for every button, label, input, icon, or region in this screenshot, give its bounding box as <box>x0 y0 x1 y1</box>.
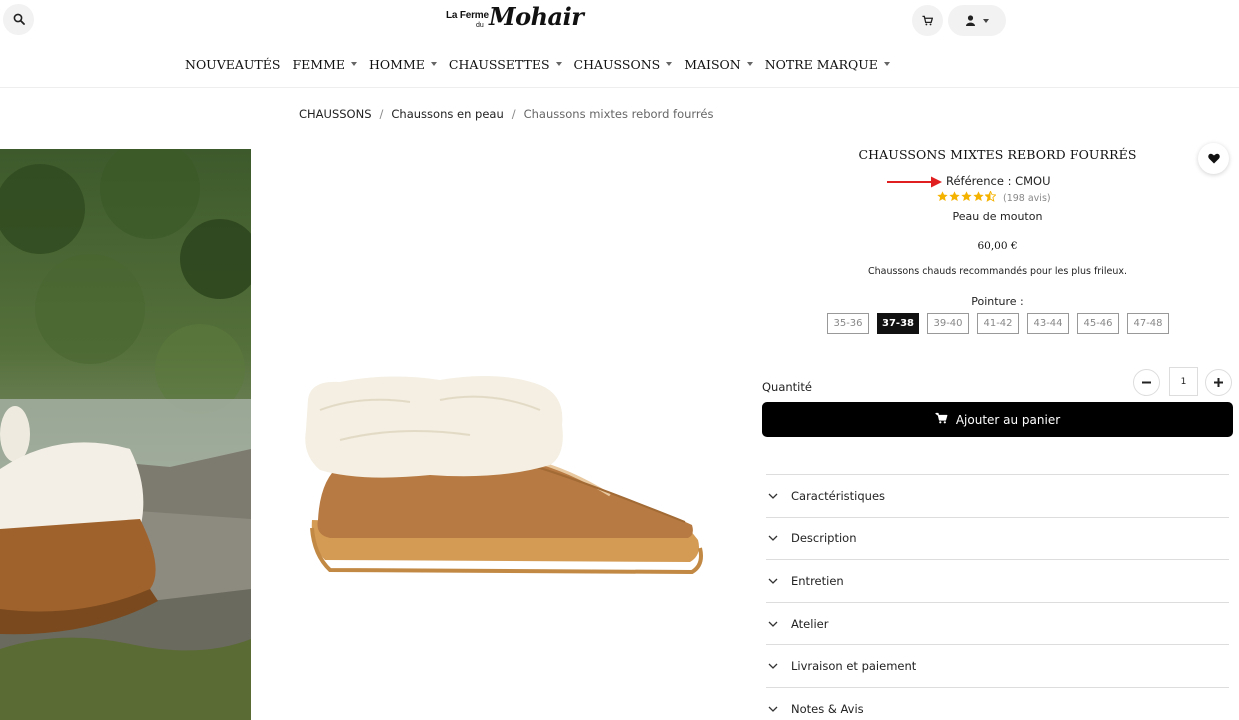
nav-item-homme[interactable]: HOMME <box>369 56 437 72</box>
chevron-down-icon <box>766 706 791 712</box>
quantity-input[interactable] <box>1169 367 1198 396</box>
product-rating[interactable]: (198 avis) <box>937 190 1051 205</box>
size-selector: 35-36 37-38 39-40 41-42 43-44 45-46 47-4… <box>827 313 1169 334</box>
minus-icon <box>1142 375 1151 391</box>
star-icon <box>961 191 973 205</box>
product-reference: Référence : CMOU <box>946 174 1051 188</box>
accordion-item-notes-avis[interactable]: Notes & Avis <box>766 686 1229 720</box>
chevron-down-icon <box>430 62 437 66</box>
nav-item-chaussettes[interactable]: CHAUSSETTES <box>449 56 562 72</box>
chevron-down-icon <box>351 62 357 66</box>
breadcrumb-current: Chaussons mixtes rebord fourrés <box>523 107 714 121</box>
cart-button[interactable] <box>912 5 943 36</box>
quantity-decrease-button[interactable] <box>1133 369 1160 396</box>
site-logo[interactable]: La Ferme du Mohair <box>444 2 584 42</box>
size-option[interactable]: 35-36 <box>827 313 869 334</box>
breadcrumb-separator: / <box>511 107 516 121</box>
header-divider <box>0 87 1239 88</box>
star-icon <box>949 191 961 205</box>
heart-icon <box>1207 149 1220 168</box>
breadcrumb: CHAUSSONS / Chaussons en peau / Chausson… <box>299 107 713 121</box>
chevron-down-icon <box>982 18 989 23</box>
breadcrumb-link-chaussons[interactable]: CHAUSSONS <box>299 107 372 121</box>
nav-item-nouveautes[interactable]: NOUVEAUTÉS <box>185 56 280 72</box>
chevron-down-icon <box>666 62 673 66</box>
breadcrumb-separator: / <box>379 107 384 121</box>
size-option[interactable]: 41-42 <box>977 313 1019 334</box>
quantity-increase-button[interactable] <box>1205 369 1232 396</box>
review-count: (198 avis) <box>1003 192 1051 204</box>
product-title: CHAUSSONS MIXTES REBORD FOURRÉS <box>858 147 1137 162</box>
chevron-down-icon <box>766 493 791 499</box>
search-button[interactable] <box>3 4 34 35</box>
product-price: 60,00 € <box>977 240 1018 252</box>
chevron-down-icon <box>746 62 753 66</box>
cart-icon <box>935 412 948 427</box>
plus-icon <box>1214 375 1223 391</box>
size-option[interactable]: 39-40 <box>927 313 969 334</box>
size-option[interactable]: 43-44 <box>1027 313 1069 334</box>
account-menu-button[interactable] <box>948 5 1006 36</box>
star-icon <box>973 191 985 205</box>
size-option-selected[interactable]: 37-38 <box>877 313 919 334</box>
product-lifestyle-photo[interactable] <box>0 149 251 720</box>
product-short-description: Chaussons chauds recommandés pour les pl… <box>868 266 1127 277</box>
chevron-down-icon <box>766 535 791 542</box>
accordion-item-atelier[interactable]: Atelier <box>766 601 1229 645</box>
star-half-icon <box>984 190 997 205</box>
chevron-down-icon <box>883 62 890 66</box>
star-icon <box>937 191 949 205</box>
accordion-item-description[interactable]: Description <box>766 516 1229 560</box>
cart-icon <box>922 11 934 30</box>
accordion-item-caracteristiques[interactable]: Caractéristiques <box>766 474 1229 517</box>
main-navigation: NOUVEAUTÉS FEMME HOMME CHAUSSETTES CHAUS… <box>185 56 902 72</box>
product-details-accordion: Caractéristiques Description Entretien A… <box>766 474 1229 720</box>
add-to-cart-button[interactable]: Ajouter au panier <box>762 402 1233 437</box>
accordion-item-entretien[interactable]: Entretien <box>766 559 1229 602</box>
product-main-image[interactable] <box>300 370 710 590</box>
search-icon <box>13 10 25 29</box>
nav-item-chaussons[interactable]: CHAUSSONS <box>574 56 673 72</box>
nav-item-femme[interactable]: FEMME <box>292 56 357 72</box>
size-label: Pointure : <box>971 295 1024 308</box>
chevron-down-icon <box>766 663 791 670</box>
nav-item-notre-marque[interactable]: NOTRE MARQUE <box>765 56 890 72</box>
chevron-down-icon <box>766 621 791 627</box>
size-option[interactable]: 45-46 <box>1077 313 1119 334</box>
wishlist-button[interactable] <box>1198 143 1229 174</box>
quantity-label: Quantité <box>762 380 812 394</box>
accordion-item-livraison[interactable]: Livraison et paiement <box>766 644 1229 687</box>
product-material: Peau de mouton <box>952 210 1043 223</box>
chevron-down-icon <box>766 578 791 584</box>
nav-item-maison[interactable]: MAISON <box>684 56 753 72</box>
add-to-cart-label: Ajouter au panier <box>955 412 1061 427</box>
user-icon <box>965 11 975 30</box>
chevron-down-icon <box>555 62 562 66</box>
breadcrumb-link-chaussons-en-peau[interactable]: Chaussons en peau <box>391 107 503 121</box>
size-option[interactable]: 47-48 <box>1127 313 1169 334</box>
annotation-arrow-icon <box>887 174 943 188</box>
